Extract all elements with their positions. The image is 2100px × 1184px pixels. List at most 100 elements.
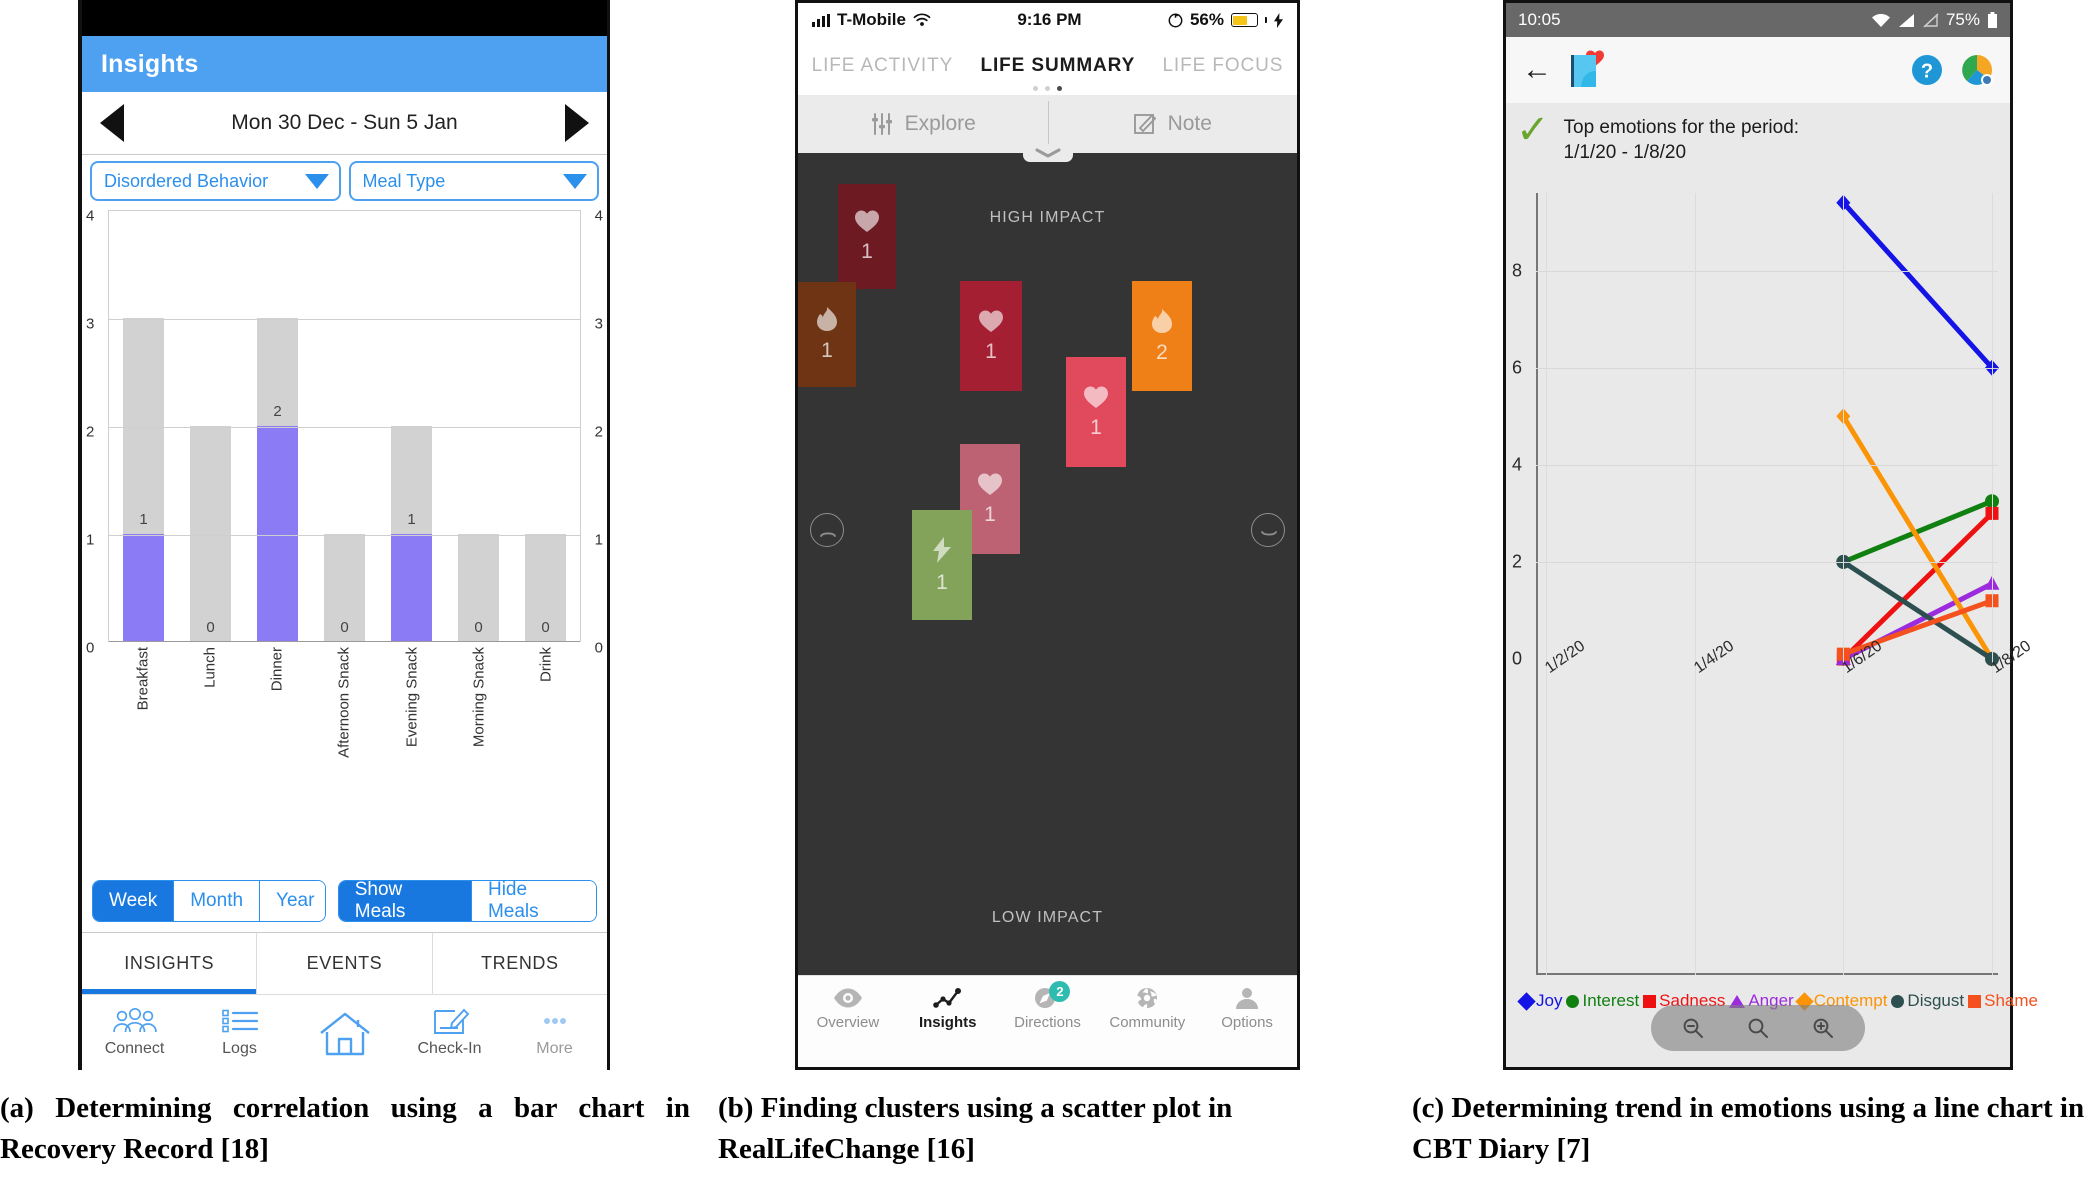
scatter-plot-area: HIGH IMPACT LOW IMPACT 1112111 <box>798 153 1297 975</box>
legend-marker-circle <box>1891 994 1905 1008</box>
tab-life-focus[interactable]: LIFE FOCUS <box>1162 55 1283 77</box>
scatter-card[interactable]: 1 <box>798 282 856 387</box>
panel-recovery-record: Insights Mon 30 Dec - Sun 5 Jan Disorder… <box>78 0 610 1070</box>
zoom-in-icon[interactable] <box>1811 1016 1835 1040</box>
zoom-controls <box>1651 1005 1865 1051</box>
sidebar-item-community[interactable]: Community <box>1097 986 1197 1031</box>
previous-week-icon[interactable] <box>100 104 124 142</box>
bar-total <box>189 426 232 642</box>
gridline <box>109 319 580 320</box>
battery-percent: 56% <box>1189 10 1224 29</box>
bottom-navigation: Connect Logs Check-In More <box>82 994 607 1070</box>
bottom-navigation: Overview Insights 2 Directions Community… <box>798 975 1297 1067</box>
filter-meal-type[interactable]: Meal Type <box>348 161 599 201</box>
banner-text: Top emotions for the period: 1/1/20 - 1/… <box>1564 111 1800 165</box>
collapse-handle[interactable] <box>1022 144 1073 162</box>
globe-icon <box>1136 988 1159 1009</box>
page-dots <box>798 86 1297 91</box>
line-chart-container: 0 2 4 6 8 1/2/20 1/4/20 1/6/20 1/8/20 Joy Interes… <box>1506 171 2038 1067</box>
scatter-card[interactable]: 1 <box>960 281 1022 391</box>
status-bar: 10:05 75% <box>1506 3 2010 37</box>
sidebar-item-more[interactable]: More <box>502 1007 607 1058</box>
note-label: Note <box>1167 112 1212 135</box>
bar-value-label: 0 <box>340 619 349 636</box>
sidebar-item-connect[interactable]: Connect <box>82 1007 187 1058</box>
line-series-svg <box>1835 194 2000 668</box>
battery-tip-icon <box>1264 17 1267 23</box>
line-chart-icon <box>932 988 961 1008</box>
legend-item-disgust[interactable]: Disgust <box>1891 991 1964 1011</box>
bar-behavior <box>256 426 299 642</box>
zoom-out-icon[interactable] <box>1681 1016 1705 1040</box>
y-axis-tick: 0 <box>86 639 95 657</box>
scatter-card[interactable]: 1 <box>1066 357 1126 467</box>
sidebar-item-overview[interactable]: Overview <box>798 986 898 1031</box>
lightning-bolt-icon <box>1273 12 1283 28</box>
date-navigation-bar: Mon 30 Dec - Sun 5 Jan <box>82 92 607 155</box>
status-time: 10:05 <box>1518 10 1561 29</box>
x-axis-tick-labels: Breakfast Lunch Dinner Afternoon Snack Eveni… <box>109 643 580 763</box>
tab-life-activity[interactable]: LIFE ACTIVITY <box>812 55 954 77</box>
flame-icon <box>1150 308 1174 339</box>
tab-insights[interactable]: INSIGHTS <box>82 933 258 994</box>
legend-item-interest[interactable]: Interest <box>1566 991 1639 1011</box>
tab-trends[interactable]: TRENDS <box>433 933 607 994</box>
scatter-card[interactable]: 1 <box>912 510 972 620</box>
sidebar-item-check-in[interactable]: Check-In <box>397 1007 502 1058</box>
nav-label: Check-In <box>417 1040 482 1057</box>
series-line <box>1840 498 1995 565</box>
page-dot-active <box>1057 86 1062 91</box>
status-time: 9:16 PM <box>1017 10 1082 29</box>
filter-disordered-behavior[interactable]: Disordered Behavior <box>90 161 341 201</box>
sliders-icon <box>871 113 892 135</box>
caption-b: (b) Finding clusters using a scatter plo… <box>718 1092 1233 1166</box>
status-bar: T-Mobile 9:16 PM 56% <box>798 3 1297 37</box>
nav-label: Directions <box>1014 1014 1081 1031</box>
help-circle-icon[interactable]: ? <box>1910 53 1944 87</box>
period-option-month[interactable]: Month <box>174 881 261 921</box>
tab-events[interactable]: EVENTS <box>257 933 433 994</box>
y-axis-tick: 0 <box>594 639 603 657</box>
sidebar-item-directions[interactable]: 2 Directions <box>998 981 1098 1031</box>
caption-a: (a) Determining correlation using a bar … <box>0 1092 690 1166</box>
wifi-icon <box>913 13 931 26</box>
sidebar-item-home[interactable] <box>292 1009 397 1057</box>
divider <box>1047 101 1049 147</box>
legend-item-joy[interactable]: Joy <box>1517 991 1562 1011</box>
zoom-reset-icon[interactable] <box>1746 1016 1770 1040</box>
meals-option-show-meals[interactable]: Show Meals <box>338 881 472 921</box>
pie-chart-icon[interactable] <box>1960 53 1994 87</box>
banner-line-2: 1/1/20 - 1/8/20 <box>1563 142 1687 164</box>
meals-option-hide-meals[interactable]: Hide Meals <box>471 881 596 921</box>
period-option-year[interactable]: Year <box>260 881 325 921</box>
legend-marker-square <box>1643 994 1657 1008</box>
next-week-icon[interactable] <box>565 104 589 142</box>
nav-label: Insights <box>918 1014 977 1031</box>
gridline-vertical <box>1992 193 1993 975</box>
svg-text:?: ? <box>1921 61 1933 83</box>
explore-button[interactable]: Explore <box>798 112 1048 136</box>
sidebar-item-logs[interactable]: Logs <box>187 1007 292 1058</box>
period-option-week[interactable]: Week <box>93 881 175 921</box>
tab-life-summary[interactable]: LIFE SUMMARY <box>980 55 1135 77</box>
frown-face-icon <box>810 513 844 547</box>
legend-item-shame[interactable]: Shame <box>1968 991 2038 1011</box>
filter-label: Disordered Behavior <box>104 170 269 191</box>
sidebar-item-options[interactable]: Options <box>1197 986 1297 1031</box>
action-bar: Explore Note <box>798 95 1298 162</box>
flame-icon <box>815 306 839 337</box>
nav-label: More <box>536 1040 573 1057</box>
scatter-card[interactable]: 1 <box>838 184 896 289</box>
wifi-icon <box>1871 13 1890 27</box>
gridline-vertical <box>1546 193 1547 975</box>
bar-value-label: 1 <box>139 511 148 528</box>
sidebar-item-insights[interactable]: Insights <box>898 986 998 1031</box>
back-arrow-icon[interactable]: ← <box>1522 55 1552 85</box>
x-axis-tick: Morning Snack <box>470 647 488 748</box>
y-axis-tick: 4 <box>86 207 95 225</box>
scatter-card[interactable]: 2 <box>1132 281 1192 391</box>
legend-label: Disgust <box>1907 991 1965 1010</box>
note-button[interactable]: Note <box>1048 112 1298 136</box>
bar-chart-container: 1 0 2 0 1 0 0 0 0 1 1 2 2 3 3 4 4 Breakfast Lunch Dinner A… <box>82 204 607 872</box>
people-icon <box>112 1007 157 1033</box>
